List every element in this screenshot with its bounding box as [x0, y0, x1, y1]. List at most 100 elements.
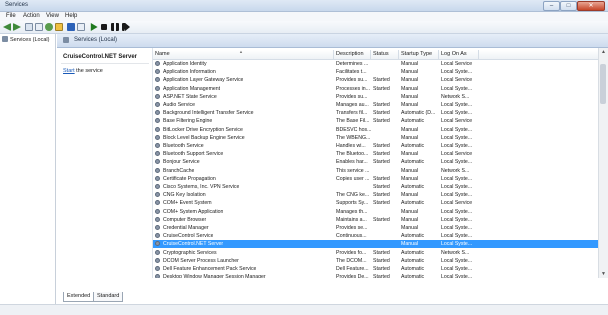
cell-name: COM+ System Application: [163, 208, 224, 215]
cell-name: CruiseControl Service: [163, 233, 214, 240]
table-row[interactable]: Application Information Facilitates t... M…: [153, 68, 598, 76]
cell-status: Started: [373, 184, 390, 190]
cell-startup: Automatic: [401, 233, 425, 240]
table-row[interactable]: Credential Manager Provides se... Manual Lo…: [153, 224, 598, 232]
column-divider[interactable]: [370, 50, 371, 59]
cell-logon: Local Syste...: [441, 134, 473, 141]
cell-name: Desktop Window Manager Session Manager: [163, 274, 266, 278]
gear-icon: [155, 192, 160, 198]
column-log-on-as[interactable]: Log On As: [441, 51, 467, 57]
cell-startup: Manual: [401, 77, 419, 84]
tab-extended[interactable]: Extended: [63, 292, 95, 302]
back-icon[interactable]: [3, 23, 11, 31]
column-divider[interactable]: [333, 50, 334, 59]
cell-startup: Automatic: [401, 274, 425, 278]
table-row[interactable]: Base Filtering Engine The Base Fil... Star…: [153, 117, 598, 125]
table-row[interactable]: Background Intelligent Transfer Service T…: [153, 109, 598, 117]
column-divider[interactable]: [438, 50, 439, 59]
restart-service-icon[interactable]: [122, 23, 130, 31]
gear-icon: [155, 61, 160, 66]
table-row[interactable]: Cryptographic Services Provides fo... Star…: [153, 249, 598, 257]
scroll-thumb[interactable]: [600, 64, 606, 104]
show-hide-pane-icon[interactable]: [77, 23, 85, 31]
cell-logon: Local Syste...: [441, 102, 473, 108]
column-description[interactable]: Description: [336, 51, 364, 57]
help-icon[interactable]: [67, 23, 75, 31]
table-row[interactable]: CNG Key Isolation The CNG ke... Started Man…: [153, 191, 598, 199]
table-row[interactable]: Dell Feature Enhancement Pack Service Del…: [153, 265, 598, 273]
pane-header: Services (Local): [57, 34, 608, 48]
table-row[interactable]: Application Layer Gateway Service Provide…: [153, 76, 598, 84]
table-row[interactable]: Application Identity Determines ... Manual…: [153, 60, 598, 68]
vertical-scrollbar[interactable]: ▲ ▼: [598, 48, 608, 278]
menu-file[interactable]: File: [6, 13, 16, 19]
table-row[interactable]: Bonjour Service Enables har... Started Auto…: [153, 158, 598, 166]
table-row[interactable]: ASP.NET State Service Provides su... Manua…: [153, 93, 598, 101]
table-row[interactable]: BranchCache This service ... Manual Network…: [153, 167, 598, 175]
cell-name: Block Level Backup Engine Service: [163, 134, 245, 141]
cell-description: Maintains a...: [336, 216, 367, 223]
cell-description: Dell Feature...: [336, 266, 369, 272]
cell-startup: Manual: [401, 225, 419, 231]
start-service-icon[interactable]: [90, 23, 98, 31]
maximize-button[interactable]: □: [560, 1, 577, 11]
cell-logon: Local Syste...: [441, 184, 473, 190]
cell-description: The WBENG...: [336, 134, 371, 141]
properties-icon[interactable]: [35, 23, 43, 31]
view-tabs: Extended Standard: [58, 292, 358, 302]
tree-node-services-local[interactable]: Services (Local): [2, 36, 53, 45]
cell-startup: Manual: [401, 241, 419, 248]
menu-view[interactable]: View: [46, 13, 59, 19]
cell-startup: Manual: [401, 102, 419, 108]
table-row[interactable]: DCOM Server Process Launcher The DCOM... S…: [153, 257, 598, 265]
forward-icon[interactable]: [13, 23, 21, 31]
menu-help[interactable]: Help: [65, 13, 77, 19]
column-status[interactable]: Status: [373, 51, 389, 57]
table-row[interactable]: CruiseControl.NET Server Manual Local Syst…: [153, 240, 598, 249]
export-list-icon[interactable]: [55, 23, 63, 31]
table-row[interactable]: Certificate Propagation Copies user ... St…: [153, 175, 598, 183]
cell-startup: Automatic: [401, 118, 425, 125]
table-row[interactable]: Computer Browser Maintains a... Started Man…: [153, 216, 598, 224]
cell-logon: Local Syste...: [441, 208, 473, 215]
services-icon: [63, 37, 69, 43]
close-button[interactable]: ✕: [577, 1, 605, 11]
pause-service-icon[interactable]: [111, 23, 119, 31]
cell-description: Provides se...: [336, 225, 368, 231]
cell-name: Application Layer Gateway Service: [163, 77, 244, 84]
cell-name: CNG Key Isolation: [163, 192, 206, 199]
scroll-up-icon[interactable]: ▲: [599, 48, 608, 56]
tab-standard[interactable]: Standard: [93, 292, 124, 302]
cell-logon: Local Syste...: [441, 192, 473, 199]
table-row[interactable]: Bluetooth Service Handles wi... Started Aut…: [153, 142, 598, 150]
stop-service-icon[interactable]: [101, 24, 107, 30]
table-row[interactable]: Bluetooth Support Service The Bluetoo... S…: [153, 150, 598, 158]
menu-action[interactable]: Action: [23, 13, 40, 19]
column-divider[interactable]: [398, 50, 399, 59]
table-row[interactable]: Application Management Processes in... Sta…: [153, 85, 598, 93]
cell-description: Determines ...: [336, 61, 369, 67]
cell-name: Application Management: [163, 85, 221, 92]
scroll-down-icon[interactable]: ▼: [599, 270, 608, 278]
cell-logon: Local Service: [441, 200, 473, 207]
table-row[interactable]: BitLocker Drive Encryption Service BDESVC…: [153, 126, 598, 134]
start-service-link[interactable]: Start: [63, 68, 75, 74]
cell-name: Audio Service: [163, 102, 196, 108]
column-name[interactable]: Name: [155, 51, 170, 57]
console-tree: Services (Local): [0, 34, 56, 304]
table-row[interactable]: COM+ System Application Manages th... Manu…: [153, 208, 598, 216]
column-divider[interactable]: [478, 50, 479, 59]
cell-description: Transfers fil...: [336, 110, 368, 117]
column-startup-type[interactable]: Startup Type: [401, 51, 432, 57]
table-row[interactable]: Desktop Window Manager Session Manager Pr…: [153, 273, 598, 278]
menu-bar: File Action View Help: [0, 12, 608, 21]
console-tree-icon[interactable]: [25, 23, 33, 31]
table-row[interactable]: COM+ Event System Supports Sy... Started Au…: [153, 199, 598, 207]
table-row[interactable]: Block Level Backup Engine Service The WBE…: [153, 134, 598, 142]
table-row[interactable]: Cisco Systems, Inc. VPN Service Started Au…: [153, 183, 598, 191]
cell-startup: Manual: [401, 85, 419, 92]
table-row[interactable]: Audio Service Manages au... Started Manual L…: [153, 101, 598, 109]
minimize-button[interactable]: –: [543, 1, 560, 11]
refresh-icon[interactable]: [45, 23, 53, 31]
table-row[interactable]: CruiseControl Service Continuous... Automa…: [153, 232, 598, 240]
